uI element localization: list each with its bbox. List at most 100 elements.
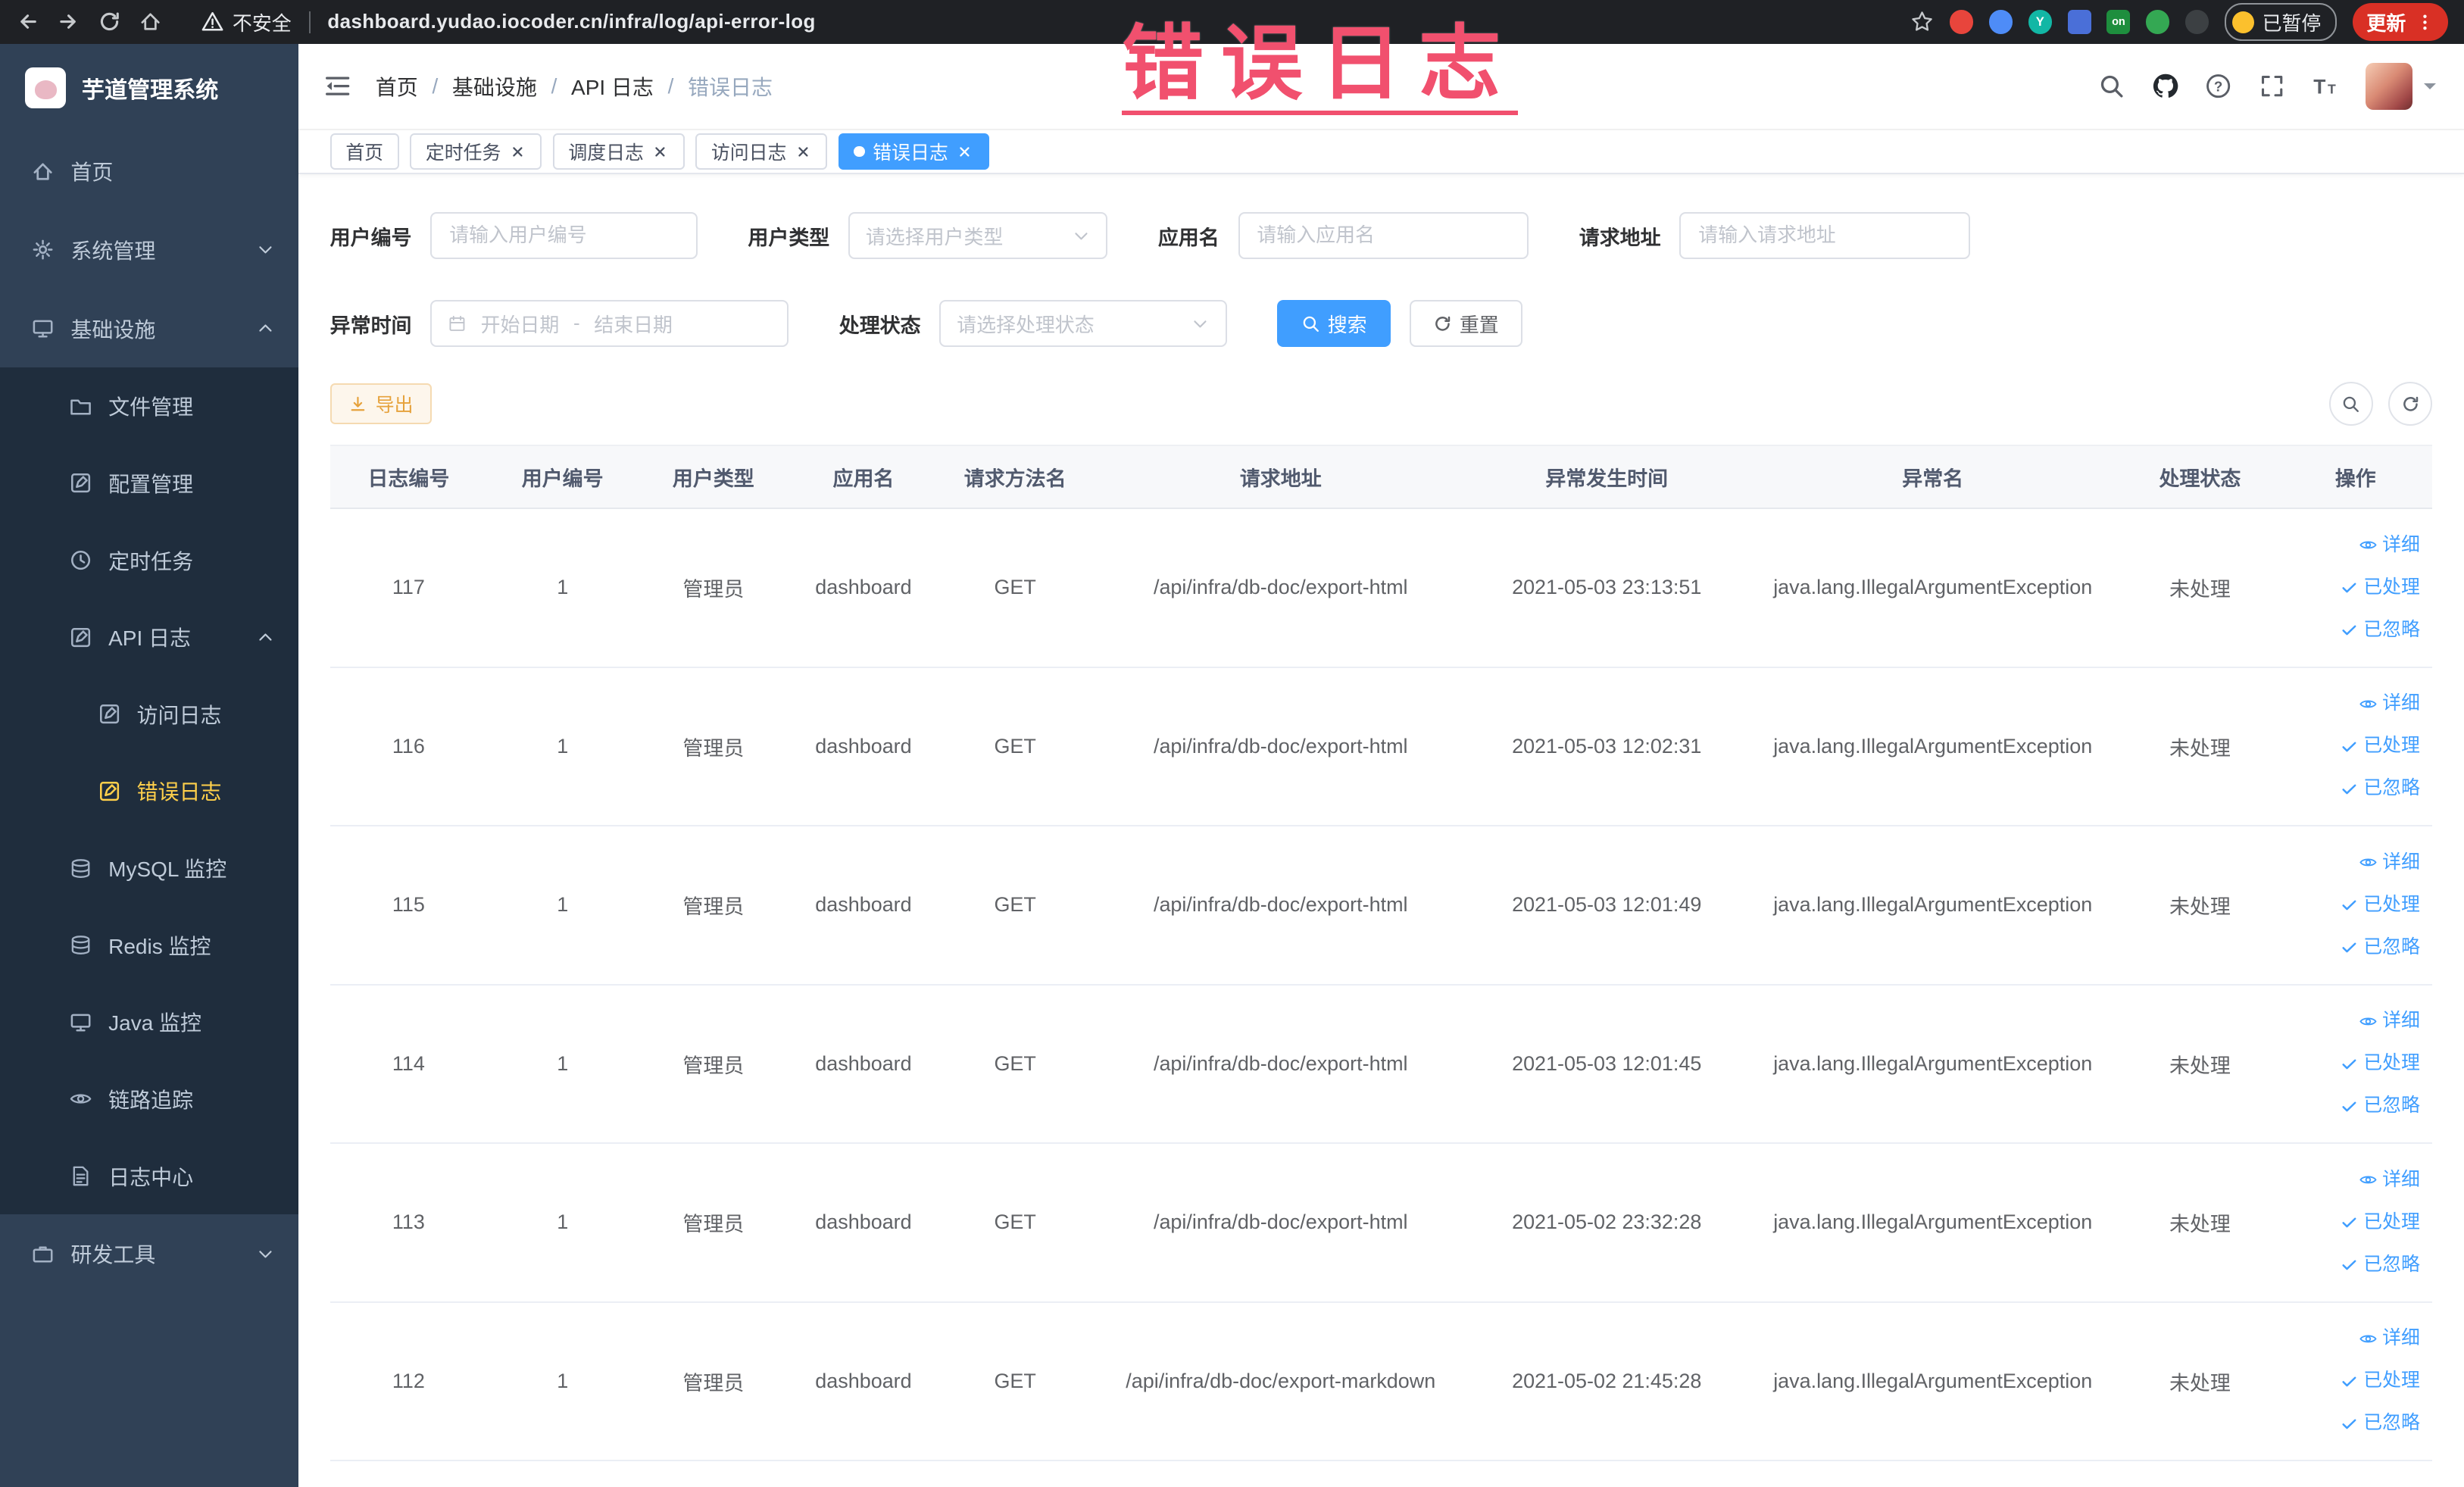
security-chip[interactable]: 不安全 [201,8,292,36]
tab-close-icon[interactable] [956,143,973,161]
sidebar-item-redis-monitor[interactable]: Redis 监控 [0,906,299,984]
extension-icon[interactable] [1988,10,2013,34]
breadcrumb-home[interactable]: 首页 [376,71,418,102]
detail-link[interactable]: 详细 [2359,1318,2420,1359]
mark-processed-link[interactable]: 已处理 [2340,1360,2420,1401]
reload-icon[interactable] [98,10,121,33]
sidebar-item-file-management[interactable]: 文件管理 [0,367,299,445]
process-status-select[interactable]: 请选择处理状态 [939,300,1228,348]
chevron-down-icon [256,240,275,259]
detail-link[interactable]: 详细 [2359,525,2420,566]
sidebar-item-dev-tools[interactable]: 研发工具 [0,1214,298,1293]
bookmark-star-icon[interactable] [1910,10,1934,33]
font-size-icon[interactable] [2312,73,2338,99]
sidebar-item-log-center[interactable]: 日志中心 [0,1137,299,1215]
sidebar-item-infrastructure[interactable]: 基础设施 [0,289,298,368]
extension-icon[interactable] [2185,10,2209,34]
date-range-picker[interactable]: 开始日期 - 结束日期 [430,300,789,348]
app-name-label: 应用名 [1157,226,1220,249]
mark-ignored-link[interactable]: 已忽略 [2340,1086,2420,1126]
smiley-extension-icon [2232,11,2255,33]
sidebar-item-error-log[interactable]: 错误日志 [0,752,299,830]
detail-link[interactable]: 详细 [2359,683,2420,724]
tab-close-icon[interactable] [651,143,669,161]
detail-link[interactable]: 详细 [2359,1001,2420,1042]
table-row: 112 1 管理员 dashboard GET /api/infra/db-do… [329,1301,2433,1462]
mark-processed-link[interactable]: 已处理 [2340,1043,2420,1084]
database-icon [69,857,92,880]
mark-processed-link[interactable]: 已处理 [2340,726,2420,767]
app-logo[interactable]: 芋道管理系统 [0,44,298,132]
breadcrumb: 首页 / 基础设施 / API 日志 / 错误日志 [376,71,773,102]
mark-ignored-link[interactable]: 已忽略 [2340,1245,2420,1286]
update-button[interactable]: 更新 [2352,3,2449,41]
refresh-icon [2401,395,2420,414]
sidebar-item-java-monitor[interactable]: Java 监控 [0,983,299,1061]
url-bar[interactable]: dashboard.yudao.iocoder.cn/infra/log/api… [327,11,815,33]
sidebar-item-scheduled-tasks[interactable]: 定时任务 [0,521,299,599]
monitor-icon [31,317,55,340]
tab-close-icon[interactable] [509,143,526,161]
mark-processed-link[interactable]: 已处理 [2340,1202,2420,1243]
sidebar-fold-icon[interactable] [323,72,351,100]
forward-icon[interactable] [57,10,80,33]
sidebar-item-system-management[interactable]: 系统管理 [0,211,298,289]
mark-processed-link[interactable]: 已处理 [2340,885,2420,926]
paused-badge[interactable]: 已暂停 [2224,3,2338,41]
tab-dispatch-log[interactable]: 调度日志 [552,133,685,170]
reset-button[interactable]: 重置 [1409,300,1522,348]
tab-error-log[interactable]: 错误日志 [838,133,989,170]
refresh-button[interactable] [2388,382,2433,426]
help-icon[interactable] [2205,73,2231,99]
fullscreen-icon[interactable] [2259,73,2285,99]
sidebar-item-access-log[interactable]: 访问日志 [0,675,299,753]
mark-ignored-link[interactable]: 已忽略 [2340,927,2420,968]
table-row: 116 1 管理员 dashboard GET /api/infra/db-do… [329,667,2433,827]
document-icon [69,1164,92,1188]
breadcrumb-infrastructure[interactable]: 基础设施 [452,71,537,102]
chevron-down-icon [1191,314,1210,333]
breadcrumb-api-logs[interactable]: API 日志 [571,71,654,102]
export-button[interactable]: 导出 [329,383,433,425]
app-name-input[interactable] [1238,212,1529,260]
user-id-label: 用户编号 [329,226,412,249]
search-toggle-button[interactable] [2328,382,2373,426]
mark-ignored-link[interactable]: 已忽略 [2340,610,2420,651]
extension-icon[interactable] [2146,10,2170,34]
mark-processed-link[interactable]: 已处理 [2340,567,2420,608]
extension-icon[interactable] [2067,10,2091,34]
monitor-icon [69,1011,92,1034]
github-icon[interactable] [2152,73,2178,99]
sidebar-item-config-management[interactable]: 配置管理 [0,445,299,522]
extension-icon[interactable] [1950,10,1974,34]
sidebar-item-home[interactable]: 首页 [0,132,298,211]
sidebar-item-tracing[interactable]: 链路追踪 [0,1061,299,1138]
user-menu[interactable] [2365,63,2436,111]
extension-icon[interactable]: on [2106,10,2131,34]
search-icon[interactable] [2098,73,2125,99]
search-icon [1301,314,1320,333]
check-icon [2340,1097,2359,1116]
tab-scheduled-tasks[interactable]: 定时任务 [410,133,542,170]
clock-icon [69,548,92,572]
tab-access-log[interactable]: 访问日志 [695,133,828,170]
detail-link[interactable]: 详细 [2359,1160,2420,1201]
check-icon [2340,938,2359,957]
table-row: 113 1 管理员 dashboard GET /api/infra/db-do… [329,1143,2433,1303]
top-header: 首页 / 基础设施 / API 日志 / 错误日志 [298,44,2464,131]
tab-close-icon[interactable] [795,143,812,161]
user-id-input[interactable] [430,212,698,260]
back-icon[interactable] [16,10,39,33]
extension-icon[interactable]: Y [2028,10,2052,34]
tab-home[interactable]: 首页 [329,133,399,170]
request-url-input[interactable] [1679,212,1971,260]
browser-home-icon[interactable] [139,10,162,33]
user-type-select[interactable]: 请选择用户类型 [848,212,1108,260]
sidebar-item-api-logs[interactable]: API 日志 [0,598,299,676]
chevron-up-icon [256,319,275,338]
sidebar-item-mysql-monitor[interactable]: MySQL 监控 [0,829,299,907]
mark-ignored-link[interactable]: 已忽略 [2340,1403,2420,1444]
mark-ignored-link[interactable]: 已忽略 [2340,768,2420,809]
search-button[interactable]: 搜索 [1277,300,1391,348]
detail-link[interactable]: 详细 [2359,842,2420,883]
